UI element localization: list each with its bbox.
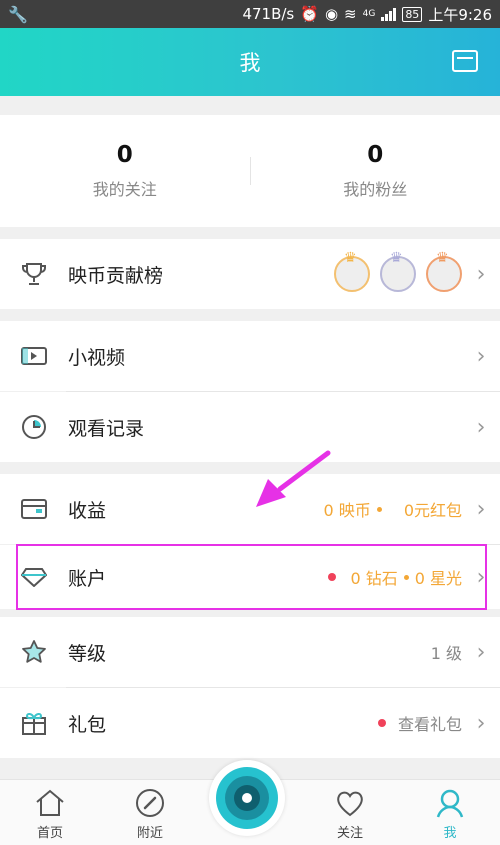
top-contributors: ♛ ♛ ♛ [334,250,462,292]
nav-follow[interactable]: 关注 [300,780,400,845]
network-speed: 471B/s [242,5,295,23]
heart-icon [334,787,366,819]
bronze-medal-avatar: ♛ [426,250,462,292]
status-bar: 🔧 471B/s ⏰ ◉ ≋ 4G 85 上午9:26 [0,0,500,28]
chevron-right-icon: › [476,343,486,369]
battery-level: 85 [402,6,423,22]
following-stat[interactable]: 0 我的关注 [0,115,250,227]
page-title: 我 [239,51,261,75]
chevron-right-icon: › [476,710,486,736]
home-icon [34,787,66,819]
menu-row-level[interactable]: 等级 1 级 › [0,617,500,687]
camera-button-icon [216,767,278,829]
nav-label-me: 我 [443,826,457,841]
alarm-icon: ⏰ [300,5,319,23]
separator-dot [376,506,382,512]
gift-icon [20,709,48,737]
gold-medal-avatar: ♛ [334,250,370,292]
nav-label-nearby: 附近 [136,826,163,841]
annotation-arrow [256,450,331,507]
fans-label: 我的粉丝 [343,180,408,199]
following-label: 我的关注 [92,180,157,199]
earnings-summary: 0 映币 0元红包 [324,497,462,521]
status-time: 上午9:26 [428,5,492,24]
silver-medal-avatar: ♛ [380,250,416,292]
eye-icon: ◉ [324,5,339,23]
follow-stats: 0 我的关注 0 我的粉丝 [0,115,500,227]
crown-icon: ♛ [344,250,357,266]
fans-stat[interactable]: 0 我的粉丝 [251,115,500,227]
network-type: 4G [362,9,376,19]
app-header: 我 [0,28,500,96]
nav-home[interactable]: 首页 [0,780,100,845]
chevron-right-icon: › [476,496,486,522]
clock-icon [20,413,48,441]
gift-value: 查看礼包 [397,715,462,734]
following-count: 0 [116,142,133,168]
profile-icon [434,787,466,819]
chevron-right-icon: › [476,639,486,665]
nav-label-follow: 关注 [336,826,363,841]
level-value: 1 级 [430,644,462,663]
menu-label-history: 观看记录 [68,417,145,440]
annotation-highlight-box [16,544,487,610]
status-indicators: 471B/s ⏰ ◉ ≋ 4G 85 上午9:26 [242,4,492,25]
notification-dot [377,719,386,727]
nav-label-home: 首页 [36,826,63,841]
menu-row-ranking[interactable]: 映币贡献榜 ♛ ♛ ♛ › [0,239,500,309]
crown-icon: ♛ [436,250,449,266]
menu-label-gift: 礼包 [68,713,107,736]
gift-summary: 查看礼包 [377,711,462,735]
nav-nearby[interactable]: 附近 [100,780,200,845]
menu-label-video: 小视频 [68,346,126,369]
menu-label-earnings: 收益 [68,499,107,522]
compass-icon [134,787,166,819]
menu-label-level: 等级 [68,642,107,665]
star-icon [20,638,48,666]
mail-icon[interactable] [452,50,478,72]
signal-icon [381,7,397,21]
red-packet-value: 0元红包 [403,501,462,520]
chevron-right-icon: › [476,261,486,287]
camera-button[interactable] [209,760,285,836]
crown-icon: ♛ [390,250,403,266]
menu-label-ranking: 映币贡献榜 [68,264,164,287]
video-icon [20,342,48,370]
menu-row-gift[interactable]: 礼包 查看礼包 › [0,688,500,758]
wrench-icon: 🔧 [8,4,28,24]
menu-row-video[interactable]: 小视频 › [0,321,500,391]
wallet-icon [20,495,48,523]
chevron-right-icon: › [476,414,486,440]
wifi-icon: ≋ [344,5,357,23]
nav-me[interactable]: 我 [400,780,500,845]
fans-count: 0 [367,142,384,168]
trophy-icon [20,260,48,288]
